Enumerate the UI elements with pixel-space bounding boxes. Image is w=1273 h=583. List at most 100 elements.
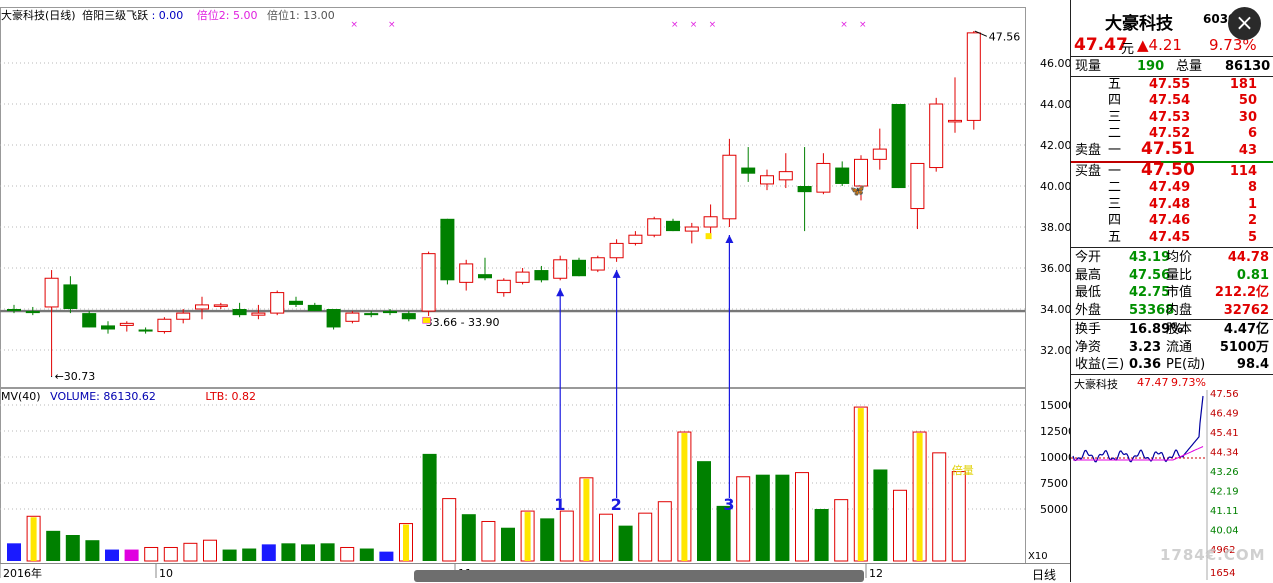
volume-bar (697, 461, 711, 561)
candle-body (797, 186, 812, 193)
double-volume-bar (583, 478, 590, 561)
stat-label: PE(动) (1166, 357, 1206, 372)
volume-bar (85, 540, 100, 561)
candle-body (966, 32, 981, 121)
volume-bar (481, 520, 496, 562)
arrow-head (556, 288, 565, 297)
price-axis-label: 46.00 (1040, 57, 1070, 70)
signal-marker: × (840, 20, 848, 30)
volume-bar (105, 549, 119, 561)
volume-bar (183, 542, 198, 562)
candle-body (572, 259, 586, 277)
candle-body (421, 253, 436, 312)
volume-bar (242, 548, 257, 561)
candle-body (63, 284, 78, 309)
candle-body (138, 329, 153, 332)
volume-bar (893, 489, 907, 562)
volume-bar (716, 505, 731, 561)
candle-body (176, 312, 191, 320)
double-volume-bar (681, 433, 688, 561)
stat-label: 市值 (1166, 285, 1193, 300)
kline-chart-area[interactable]: 46.00 44.00 42.00 40.00 38.00 36.00 34.00 32.00… (0, 0, 1070, 582)
butterfly-marker: 🦋 (850, 183, 865, 197)
stat-value: 212.2亿 (1214, 285, 1269, 300)
bid-volume: 1 (1247, 196, 1257, 212)
stock-name: 大豪科技 (1105, 14, 1173, 34)
volume-label: VOLUME: 86130.62 (50, 390, 156, 403)
signal-marker: × (350, 20, 358, 30)
signal-marker: × (671, 20, 679, 30)
stat-value: 3.23 (1129, 339, 1162, 355)
arrow-head (725, 235, 734, 243)
bid-volume: 114 (1229, 164, 1257, 179)
volume-bar (618, 525, 633, 561)
volume-bar (422, 453, 437, 561)
high-price-label: 47.56 (989, 30, 1021, 43)
volume-axis-label: 5000 (1040, 503, 1068, 516)
watermark: 1784€.COM (1160, 546, 1266, 564)
period-label[interactable]: 日线 (1032, 566, 1056, 583)
bid-level: 五 (1108, 229, 1122, 245)
bid-row: 买盘一 47.50 114 (1071, 162, 1273, 180)
ltb-label: LTB: 0.82 (205, 390, 256, 403)
volume-axis-label: 7500 (1040, 477, 1068, 490)
yellow-marker (705, 233, 712, 240)
volume-bar (7, 543, 21, 561)
ask-price: 47.55 (1149, 77, 1191, 92)
candle-body (835, 167, 850, 184)
candle-body (628, 234, 643, 244)
ask-level: 二 (1108, 126, 1122, 142)
stat-label: 最低 (1075, 285, 1102, 300)
ask-volume: 6 (1247, 126, 1257, 142)
price-axis-label: 32.00 (1040, 344, 1070, 357)
close-button[interactable]: × (1228, 7, 1261, 40)
ask-level: 五 (1108, 77, 1122, 92)
volume-bar (124, 549, 139, 561)
double-volume-label: 倍量 (952, 463, 974, 477)
double-volume-bar (403, 524, 409, 561)
current-price: 47.47 (1074, 35, 1128, 55)
volume-bar (501, 527, 515, 561)
mini-axis-label: 44.34 (1210, 448, 1239, 459)
ask-side-label: 卖盘 (1075, 142, 1102, 158)
candle-body (101, 325, 115, 330)
stat-label: 净资 (1075, 339, 1102, 355)
bid-volume: 5 (1247, 229, 1257, 245)
volume-bar (281, 543, 296, 561)
bid-side-label: 买盘 (1075, 164, 1102, 179)
candle-body (816, 162, 831, 193)
range-label: 33.66 - 33.90 (426, 316, 500, 329)
candle-body (891, 104, 906, 189)
candle-body (119, 322, 134, 326)
mini-axis-label: 42.19 (1210, 487, 1239, 498)
candle-body (364, 313, 379, 316)
stat-label: 收益(三) (1075, 357, 1125, 372)
bid-price: 47.48 (1149, 196, 1191, 212)
ask-row: 卖盘一 47.51 43 (1071, 140, 1273, 159)
volume-header: MV(40) VOLUME: 86130.62 LTB: 0.82 (1, 390, 256, 403)
chart-scrollbar[interactable] (414, 570, 864, 582)
mini-chart-pct: 9.73% (1171, 376, 1206, 389)
candle-body (647, 218, 662, 236)
signal-marker: × (388, 20, 396, 30)
bid-volume: 2 (1247, 213, 1257, 229)
candle-body (25, 311, 40, 314)
volume-axis-label: 15000 (1040, 399, 1070, 412)
mini-axis-label: 43.26 (1210, 467, 1239, 478)
volume-bar (379, 551, 394, 561)
ask-volume: 43 (1238, 142, 1257, 158)
candle-body (553, 259, 568, 279)
mini-axis-label: 41.11 (1210, 506, 1239, 517)
price-axis-label: 44.00 (1040, 98, 1070, 111)
candle-body (703, 216, 718, 228)
mini-chart-price: 47.47 (1137, 376, 1169, 389)
bid-level: 三 (1108, 196, 1122, 212)
stat-value: 0.36 (1129, 357, 1162, 372)
kline-chart-svg[interactable]: 46.00 44.00 42.00 40.00 38.00 36.00 34.00 32.00… (0, 0, 1070, 582)
stat-label: 内盘 (1166, 302, 1193, 318)
date-axis-label: 2016年 (3, 566, 42, 580)
ask-volume: 50 (1238, 93, 1257, 109)
volume-bar (736, 476, 751, 562)
bid-price: 47.45 (1149, 229, 1191, 245)
volume-bar (340, 546, 355, 562)
